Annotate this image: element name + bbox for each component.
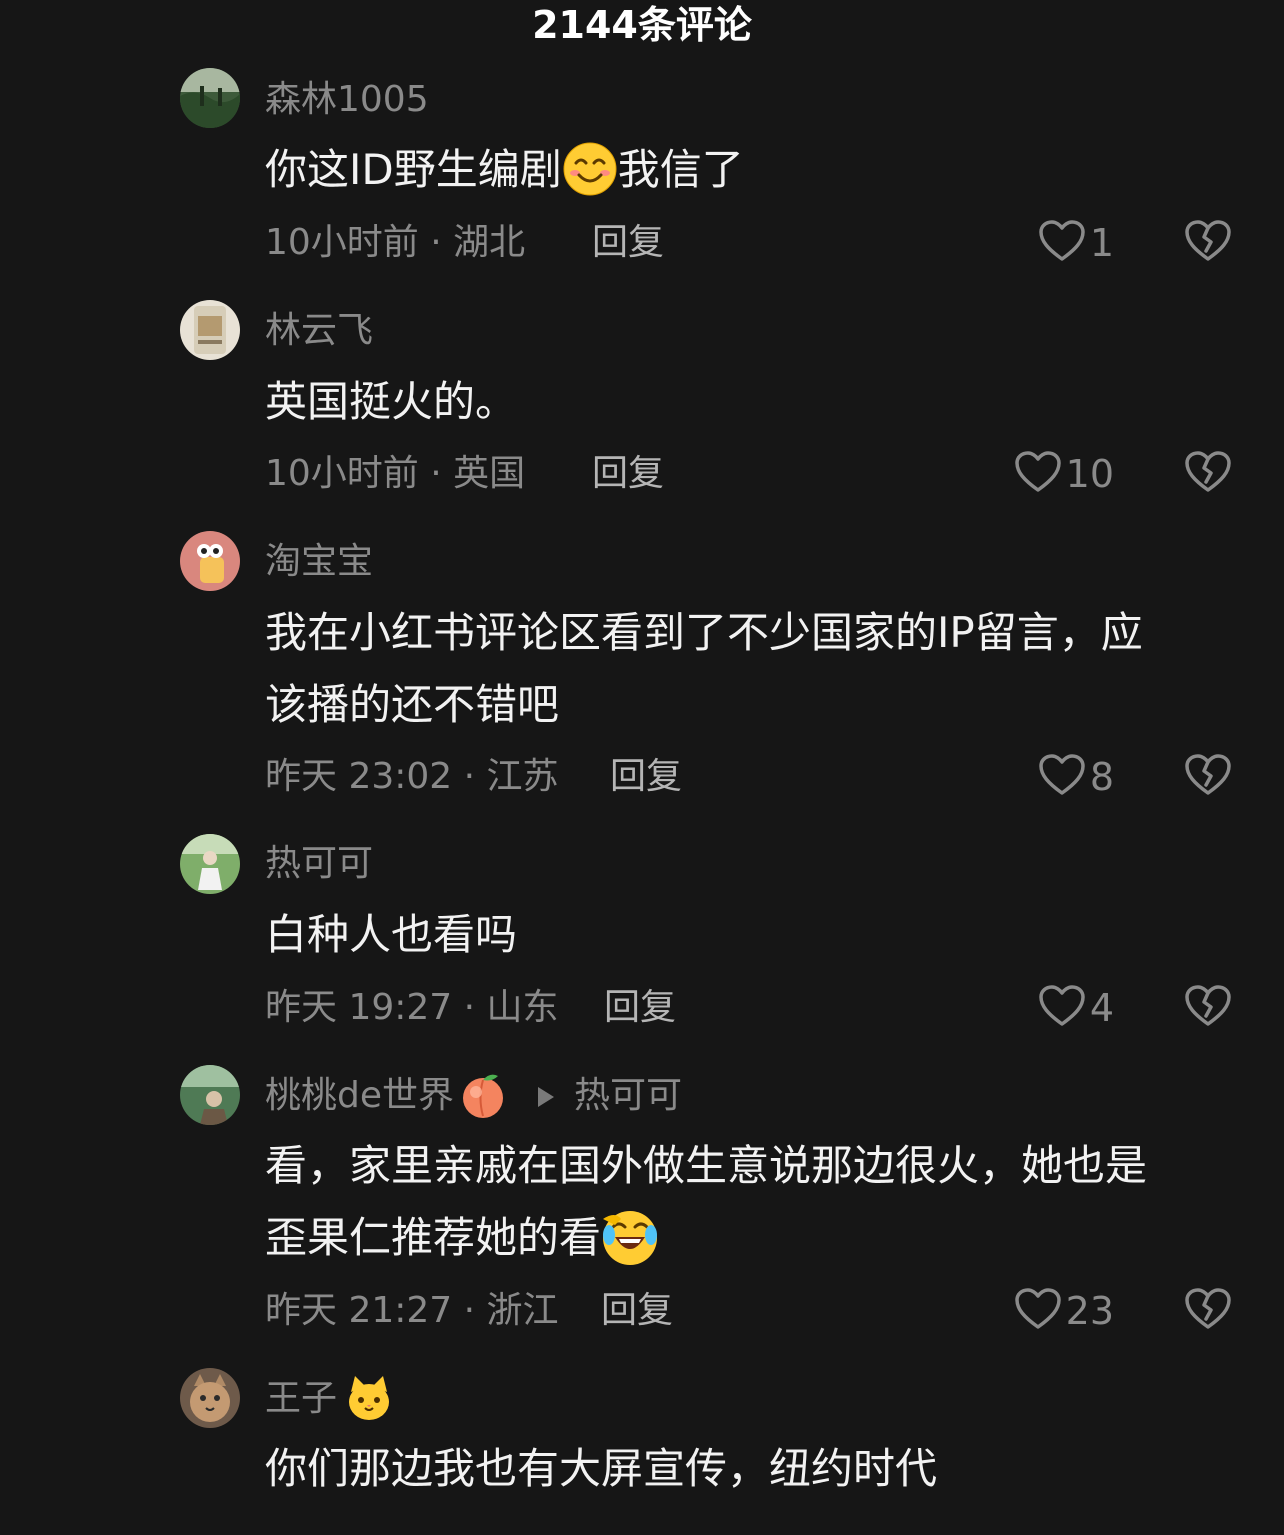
username[interactable]: 林云飞: [265, 306, 373, 356]
comment-text: 你这ID野生编剧 我信了: [265, 134, 1225, 209]
comment-text-line: 歪果仁推荐她的看: [265, 1202, 1225, 1277]
avatar[interactable]: [180, 1065, 240, 1125]
username[interactable]: 森林1005: [265, 75, 429, 125]
heart-icon: [1038, 984, 1086, 1032]
broken-heart-icon: [1184, 219, 1232, 267]
username[interactable]: 淘宝宝: [265, 537, 373, 587]
like-button[interactable]: 4: [1038, 983, 1114, 1033]
dislike-button[interactable]: [1183, 752, 1233, 802]
comment-meta: 昨天 19:27 · 山东: [265, 987, 559, 1028]
like-count: 1: [1089, 221, 1114, 265]
dislike-button[interactable]: [1183, 983, 1233, 1033]
dislike-button[interactable]: [1183, 449, 1233, 499]
reply-button[interactable]: 回复: [592, 218, 664, 268]
like-button[interactable]: 23: [1014, 1286, 1114, 1336]
broken-heart-icon: [1184, 1287, 1232, 1335]
avatar[interactable]: [180, 531, 240, 591]
heart-icon: [1014, 1287, 1062, 1335]
like-count: 23: [1065, 1289, 1114, 1333]
reply-to-username[interactable]: 热可可: [574, 1075, 682, 1116]
comment-meta: 10小时前 · 英国: [265, 453, 526, 494]
username[interactable]: 热可可: [265, 839, 373, 889]
reply-button[interactable]: 回复: [604, 983, 676, 1033]
comments-panel: 2144条评论 森林1005 你这ID野生编剧 我信了 10小时前 · 湖北 回…: [0, 0, 1284, 1535]
comment-meta: 昨天 21:27 · 浙江: [265, 1290, 559, 1331]
peach-icon: [454, 1070, 508, 1124]
like-button[interactable]: 1: [1038, 218, 1114, 268]
avatar[interactable]: [180, 300, 240, 360]
like-button[interactable]: 10: [1014, 449, 1114, 499]
avatar[interactable]: [180, 68, 240, 128]
comment-count-title: 2144条评论: [532, 3, 752, 47]
heart-icon: [1038, 753, 1086, 801]
comment-text: 白种人也看吗: [265, 910, 518, 959]
dislike-button[interactable]: [1183, 218, 1233, 268]
comment-meta: 10小时前 · 湖北: [265, 222, 526, 263]
username: 王子: [265, 1374, 393, 1424]
avatar[interactable]: [180, 1368, 240, 1428]
username-link[interactable]: 王子: [265, 1378, 337, 1419]
like-count: 10: [1065, 452, 1114, 496]
username-link[interactable]: 桃桃de世界: [265, 1075, 454, 1116]
like-count: 4: [1089, 986, 1114, 1030]
like-count: 8: [1089, 755, 1114, 799]
reply-arrow-icon: [538, 1087, 555, 1107]
reply-button[interactable]: 回复: [610, 752, 682, 802]
dislike-button[interactable]: [1183, 1286, 1233, 1336]
comment-text: 英国挺火的。: [265, 377, 518, 426]
comment-text: 我在小红书评论区看到了不少国家的IP留言，应 该播的还不错吧: [265, 597, 1225, 741]
broken-heart-icon: [1184, 450, 1232, 498]
reply-button[interactable]: 回复: [601, 1286, 673, 1336]
rolling-laughing-face-icon: [601, 1205, 659, 1277]
comment-text-line: 我在小红书评论区看到了不少国家的IP留言，应: [265, 608, 1143, 657]
broken-heart-icon: [1184, 984, 1232, 1032]
comment-text-line: 看，家里亲戚在国外做生意说那边很火，她也是: [265, 1141, 1148, 1190]
cat-face-icon: [337, 1374, 393, 1426]
username: 桃桃de世界 热可可: [265, 1070, 682, 1120]
heart-icon: [1038, 219, 1086, 267]
avatar[interactable]: [180, 834, 240, 894]
comment-text: 看，家里亲戚在国外做生意说那边很火，她也是 歪果仁推荐她的看: [265, 1130, 1225, 1277]
comment-meta: 昨天 23:02 · 江苏: [265, 756, 559, 797]
broken-heart-icon: [1184, 753, 1232, 801]
like-button[interactable]: 8: [1038, 752, 1114, 802]
reply-button[interactable]: 回复: [592, 449, 664, 499]
heart-icon: [1014, 450, 1062, 498]
smiling-face-icon: [562, 137, 618, 209]
comment-text: 你们那边我也有大屏宣传，纽约时代: [265, 1444, 938, 1493]
comment-text-line: 该播的还不错吧: [265, 680, 560, 729]
